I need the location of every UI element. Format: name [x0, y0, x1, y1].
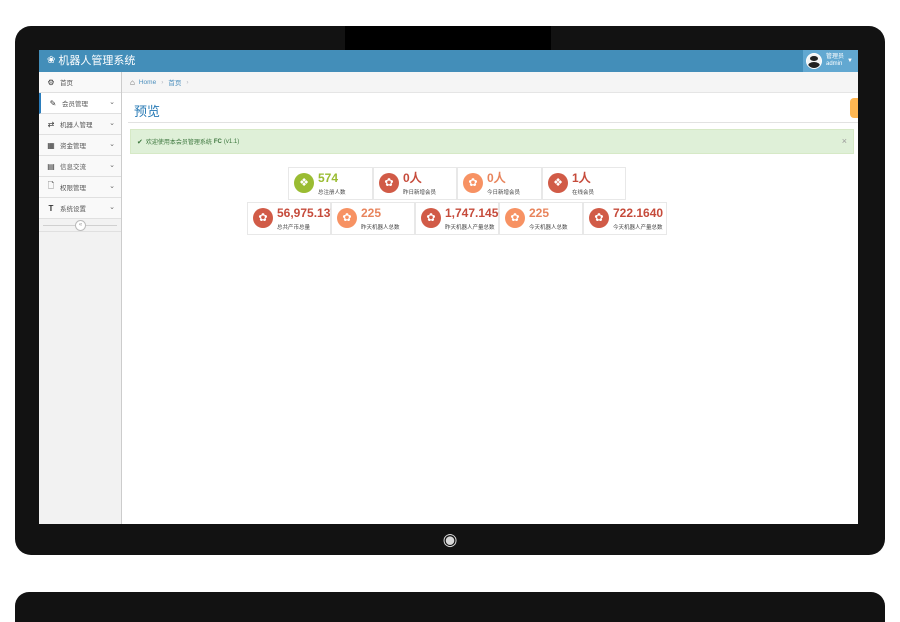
sidebar-item-label: 系统设置 — [60, 206, 86, 213]
calendar-icon: ▦ — [47, 140, 55, 150]
username: admin — [826, 61, 843, 67]
sidebar-item-label: 机器人管理 — [60, 122, 93, 129]
monitor-bezel-lower — [15, 592, 885, 622]
chevron-down-icon: ⌄ — [109, 120, 115, 127]
twitter-icon: ✿ — [421, 208, 441, 228]
stat-new-members-yesterday: ✿ 0人 昨日新增会员 — [373, 167, 457, 200]
caret-down-icon: ▼ — [847, 58, 853, 64]
file-icon: 🗋 — [47, 181, 55, 190]
sidebar-item-label: 信息交流 — [60, 164, 86, 171]
collapse-left-icon[interactable]: « — [75, 220, 86, 231]
apple-logo-icon: ◉ — [442, 530, 458, 549]
stat-robots-yesterday: ✿ 225 昨天机器人总数 — [331, 202, 415, 235]
sidebar-item-home[interactable]: ⚙ 首页 — [39, 72, 121, 93]
sidebar-item-settings[interactable]: T 系统设置 ⌄ — [39, 198, 121, 219]
sidebar: ⚙ 首页 ✎ 会员管理 ⌄ ⇄ 机器人管理 ⌄ ▦ 资金管理 ⌄ ▤ 信息交流 … — [39, 72, 122, 524]
stat-robots-today: ✿ 225 今天机器人总数 — [499, 202, 583, 235]
breadcrumb-current[interactable]: 首页 — [168, 77, 181, 87]
stat-value: 0人 — [403, 171, 422, 185]
brand[interactable]: ❀ 机器人管理系统 — [47, 53, 135, 69]
welcome-alert: ✔ 欢迎使用本会员管理系统 FC (v1.1) × — [130, 129, 854, 154]
sidebar-item-label: 资金管理 — [60, 143, 86, 150]
stat-label: 今天机器人产量总数 — [613, 225, 663, 231]
twitter-icon: ✿ — [253, 208, 273, 228]
list-alt-icon: ▤ — [47, 161, 55, 171]
close-icon[interactable]: × — [842, 136, 847, 146]
sidebar-item-messages[interactable]: ▤ 信息交流 ⌄ — [39, 156, 121, 177]
stat-total-coin-output: ✿ 56,975.1370 总共产币总量 — [247, 202, 344, 235]
twitter-icon: ✿ — [505, 208, 525, 228]
user-role: 管理员 — [826, 54, 845, 60]
chevron-down-icon: ⌄ — [109, 204, 115, 211]
stat-online-members: ❖ 1人 在线会员 — [542, 167, 626, 200]
chevron-down-icon: ⌄ — [109, 99, 115, 106]
screen: ❀ 机器人管理系统 管理员 admin ▼ ⚙ 首页 ✎ 会员管理 ⌄ ⇄ 机器… — [39, 50, 858, 524]
user-menu[interactable]: 管理员 admin ▼ — [803, 50, 858, 72]
breadcrumb-home-link[interactable]: Home — [139, 79, 156, 86]
stat-total-registered: ❖ 574 总注册人数 — [288, 167, 373, 200]
breadcrumb-separator-icon: › — [186, 78, 189, 86]
twitter-icon: ✿ — [463, 173, 483, 193]
avatar — [806, 53, 822, 69]
sidebar-item-label: 权限管理 — [60, 185, 86, 192]
comments-icon: ❖ — [548, 173, 568, 193]
main-content: ⌂ Home › 首页 › 预览 ✔ 欢迎使用本会员管理系统 FC (v1.1)… — [122, 72, 858, 524]
stat-value: 722.1640 — [613, 206, 664, 220]
alert-brand: FC — [213, 138, 222, 145]
stat-label: 总注册人数 — [318, 190, 346, 196]
stat-label: 昨天机器人产量总数 — [445, 225, 495, 231]
page-title: 预览 — [134, 104, 161, 119]
sidebar-item-members[interactable]: ✎ 会员管理 ⌄ — [39, 93, 121, 114]
stat-label: 今日新增会员 — [487, 190, 521, 196]
stat-value: 225 — [361, 206, 382, 220]
stat-robot-output-yesterday: ✿ 1,747.1456 昨天机器人产量总数 — [415, 202, 505, 235]
stat-label: 昨日新增会员 — [403, 190, 437, 196]
chevron-down-icon: ⌄ — [109, 141, 115, 148]
stat-label: 今天机器人总数 — [529, 225, 568, 231]
alert-text: 欢迎使用本会员管理系统 — [145, 140, 212, 146]
twitter-icon: ✿ — [337, 208, 357, 228]
breadcrumb-separator-icon: › — [161, 78, 164, 86]
chevron-down-icon: ⌄ — [109, 183, 115, 190]
comments-icon: ❖ — [294, 173, 314, 193]
twitter-icon: ✿ — [379, 173, 399, 193]
stat-value: 574 — [318, 171, 339, 185]
stat-value: 225 — [529, 206, 550, 220]
chevron-down-icon: ⌄ — [109, 162, 115, 169]
stat-new-members-today: ✿ 0人 今日新增会员 — [457, 167, 542, 200]
stat-label: 昨天机器人总数 — [361, 225, 400, 231]
alert-version: (v1.1) — [223, 138, 240, 145]
stat-value: 1,747.1456 — [445, 206, 506, 220]
stat-value: 0人 — [487, 171, 506, 185]
sidebar-collapse-bar: « — [39, 219, 121, 232]
sidebar-item-permissions[interactable]: 🗋 权限管理 ⌄ — [39, 177, 121, 198]
stat-robot-output-today: ✿ 722.1640 今天机器人产量总数 — [583, 202, 667, 235]
sidebar-item-label: 会员管理 — [62, 101, 88, 108]
user-info: 管理员 admin — [826, 54, 844, 68]
dashboard-icon: ⚙ — [47, 77, 55, 87]
twitter-icon: ✿ — [589, 208, 609, 228]
breadcrumb: ⌂ Home › 首页 › — [122, 72, 858, 93]
check-icon: ✔ — [137, 138, 143, 146]
page-header-divider — [128, 122, 858, 123]
shuffle-icon: ⇄ — [47, 119, 55, 129]
monitor-camera-notch — [345, 26, 551, 50]
stat-value: 1人 — [572, 171, 591, 185]
leaf-icon: ❀ — [47, 55, 56, 66]
sidebar-item-robots[interactable]: ⇄ 机器人管理 ⌄ — [39, 114, 121, 135]
settings-toggle-button[interactable] — [850, 98, 858, 118]
home-icon: ⌂ — [130, 77, 135, 87]
brand-title: 机器人管理系统 — [58, 55, 136, 67]
stat-label: 在线会员 — [572, 190, 595, 196]
edit-icon: ✎ — [49, 98, 57, 108]
navbar: ❀ 机器人管理系统 管理员 admin ▼ — [39, 50, 858, 72]
sidebar-item-label: 首页 — [60, 80, 73, 87]
text-height-icon: T — [48, 203, 54, 213]
sidebar-item-funds[interactable]: ▦ 资金管理 ⌄ — [39, 135, 121, 156]
stat-label: 总共产币总量 — [277, 225, 311, 231]
